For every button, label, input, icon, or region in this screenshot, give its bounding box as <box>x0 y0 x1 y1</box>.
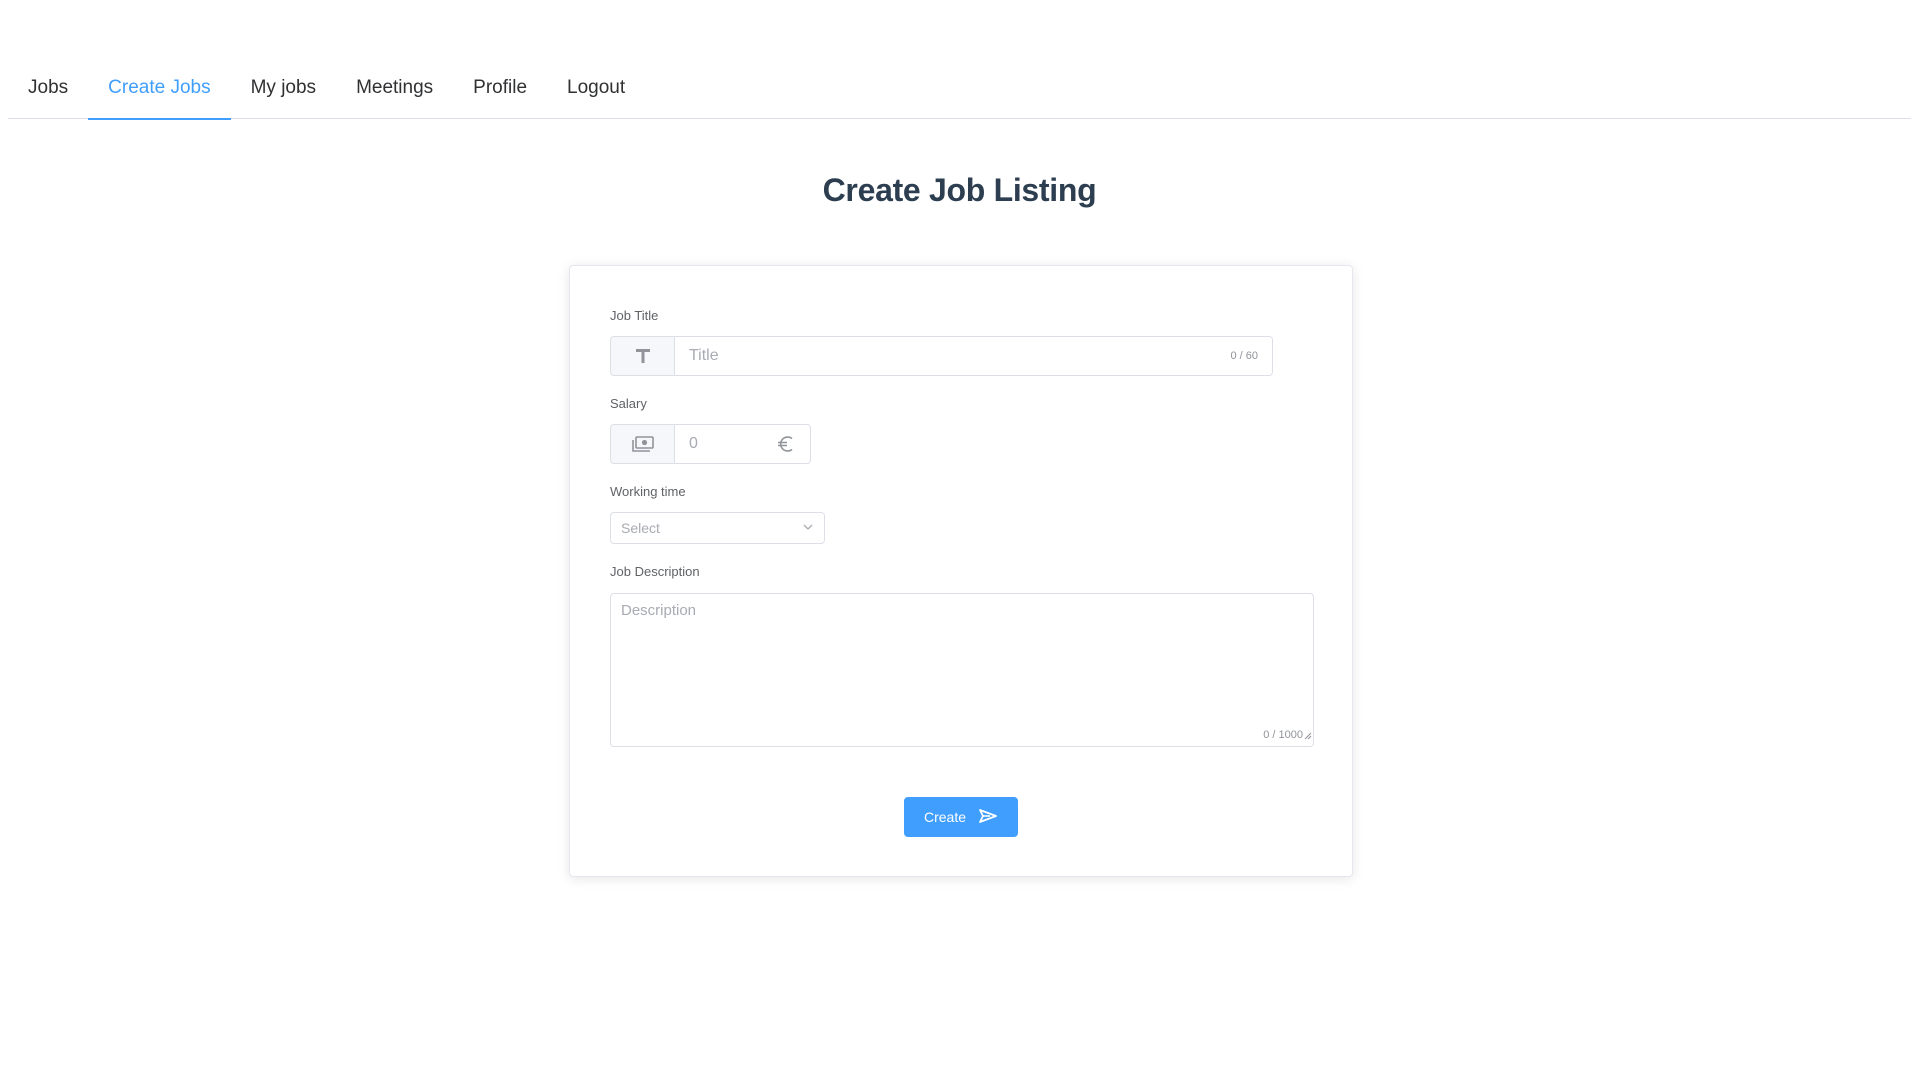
money-icon <box>611 425 675 463</box>
job-title-label: Job Title <box>610 308 659 323</box>
nav-item-profile[interactable]: Profile <box>453 68 547 119</box>
salary-input[interactable] <box>675 425 776 463</box>
resize-handle-icon[interactable] <box>1304 727 1312 745</box>
chevron-down-icon <box>802 520 814 536</box>
salary-input-group <box>610 424 811 464</box>
create-job-card: Job Title 0 / 60 Salary Working time <box>569 265 1353 877</box>
nav-item-create-jobs[interactable]: Create Jobs <box>88 68 232 120</box>
nav-item-jobs[interactable]: Jobs <box>8 68 88 119</box>
job-description-counter: 0 / 1000 <box>1263 729 1303 741</box>
job-description-textarea[interactable] <box>611 594 1313 746</box>
job-description-wrapper: 0 / 1000 <box>610 593 1314 747</box>
job-title-input-group: 0 / 60 <box>610 336 1273 376</box>
euro-icon <box>776 425 810 463</box>
text-t-icon <box>611 337 675 375</box>
nav-item-logout[interactable]: Logout <box>547 68 645 119</box>
job-description-label: Job Description <box>610 564 700 579</box>
working-time-label: Working time <box>610 484 686 499</box>
create-button[interactable]: Create <box>904 797 1018 837</box>
job-title-input[interactable] <box>675 337 1231 375</box>
job-title-counter: 0 / 60 <box>1230 350 1258 362</box>
page-title: Create Job Listing <box>822 172 1097 208</box>
working-time-selected-value: Select <box>621 520 660 536</box>
create-button-label: Create <box>923 809 967 825</box>
nav-item-meetings[interactable]: Meetings <box>336 68 453 119</box>
salary-label: Salary <box>610 396 647 411</box>
send-icon <box>978 808 998 827</box>
working-time-select[interactable]: Select <box>610 512 825 544</box>
nav-item-my-jobs[interactable]: My jobs <box>231 68 336 119</box>
top-nav: Jobs Create Jobs My jobs Meetings Profil… <box>8 68 1911 120</box>
